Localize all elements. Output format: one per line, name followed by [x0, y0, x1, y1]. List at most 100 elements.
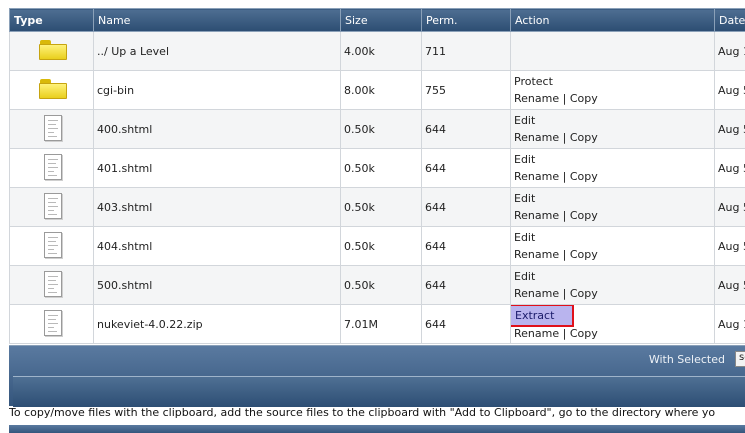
action-cell: Edit Rename | Copy: [510, 226, 715, 266]
file-name[interactable]: cgi-bin: [93, 70, 341, 110]
file-name[interactable]: ../ Up a Level: [93, 31, 341, 71]
file-date: Aug 5: [714, 109, 745, 149]
copy-link[interactable]: Copy: [570, 287, 598, 300]
link-separator: |: [562, 170, 567, 183]
extract-link[interactable]: Extract: [511, 305, 575, 327]
table-row: 404.shtml0.50k644Edit Rename | Copy Aug 5: [9, 226, 745, 266]
file-name[interactable]: 400.shtml: [93, 109, 341, 149]
rename-link[interactable]: Rename: [514, 248, 559, 261]
file-permissions[interactable]: 644: [421, 109, 511, 149]
type-cell: [9, 187, 94, 227]
column-header-perm[interactable]: Perm.: [421, 8, 511, 32]
table-header-row: Type Name Size Perm. Action Date: [9, 8, 745, 32]
column-header-name[interactable]: Name: [93, 8, 341, 32]
table-row: nukeviet-4.0.22.zip 7.01M 644 Extract Rename…: [9, 304, 745, 344]
file-permissions[interactable]: 711: [421, 31, 511, 71]
file-permissions[interactable]: 644: [421, 148, 511, 188]
action-cell: Edit Rename | Copy: [510, 265, 715, 305]
type-cell: [9, 265, 94, 305]
rename-link[interactable]: Rename: [514, 131, 559, 144]
file-permissions[interactable]: 644: [421, 187, 511, 227]
document-icon[interactable]: [44, 231, 62, 258]
file-name[interactable]: 403.shtml: [93, 187, 341, 227]
table-row: 401.shtml0.50k644Edit Rename | Copy Aug 5: [9, 148, 745, 188]
table-row: 400.shtml0.50k644Edit Rename | Copy Aug 5: [9, 109, 745, 149]
action-cell: Edit Rename | Copy: [510, 109, 715, 149]
file-date: Aug 1: [714, 31, 745, 71]
table-row: 403.shtml0.50k644Edit Rename | Copy Aug 5: [9, 187, 745, 227]
edit-link[interactable]: Edit: [514, 114, 535, 127]
file-table: Type Name Size Perm. Action Date ../ Up …: [9, 8, 745, 344]
type-cell: [9, 226, 94, 266]
with-selected-bar: With Selected se: [9, 345, 745, 407]
toolbar-strip: [13, 376, 745, 407]
action-cell: Extract Rename | Copy: [510, 304, 715, 344]
file-name[interactable]: 500.shtml: [93, 265, 341, 305]
file-permissions[interactable]: 755: [421, 70, 511, 110]
file-date: Aug 5: [714, 265, 745, 305]
file-permissions[interactable]: 644: [421, 304, 511, 344]
copy-link[interactable]: Copy: [570, 92, 598, 105]
file-size: 8.00k: [340, 70, 422, 110]
link-separator: |: [562, 92, 567, 105]
document-icon[interactable]: [44, 192, 62, 219]
rename-link[interactable]: Rename: [514, 327, 559, 340]
rename-link[interactable]: Rename: [514, 92, 559, 105]
file-date: Aug 5: [714, 187, 745, 227]
folder-icon[interactable]: [39, 39, 67, 60]
column-header-size[interactable]: Size: [340, 8, 422, 32]
copy-link[interactable]: Copy: [570, 327, 598, 340]
clipboard-hint: To copy/move files with the clipboard, a…: [9, 406, 716, 419]
file-manager: Type Name Size Perm. Action Date ../ Up …: [9, 0, 745, 433]
file-size: 0.50k: [340, 265, 422, 305]
file-date: Aug 1: [714, 304, 745, 344]
rename-link[interactable]: Rename: [514, 170, 559, 183]
edit-link[interactable]: Edit: [514, 270, 535, 283]
folder-icon[interactable]: [39, 78, 67, 99]
table-row: ../ Up a Level4.00k711 Aug 1: [9, 31, 745, 71]
edit-link[interactable]: Edit: [514, 231, 535, 244]
file-size: 7.01M: [340, 304, 422, 344]
type-cell: [9, 109, 94, 149]
with-selected-label: With Selected: [648, 353, 725, 366]
document-icon[interactable]: [44, 114, 62, 141]
file-name[interactable]: 404.shtml: [93, 226, 341, 266]
copy-link[interactable]: Copy: [570, 248, 598, 261]
edit-link[interactable]: Edit: [514, 192, 535, 205]
file-name[interactable]: nukeviet-4.0.22.zip: [93, 304, 341, 344]
file-permissions[interactable]: 644: [421, 265, 511, 305]
copy-link[interactable]: Copy: [570, 131, 598, 144]
link-separator: |: [562, 327, 567, 340]
file-size: 0.50k: [340, 148, 422, 188]
copy-link[interactable]: Copy: [570, 170, 598, 183]
copy-link[interactable]: Copy: [570, 209, 598, 222]
table-row: 500.shtml0.50k644Edit Rename | Copy Aug 5: [9, 265, 745, 305]
document-icon[interactable]: [44, 270, 62, 297]
rename-link[interactable]: Rename: [514, 209, 559, 222]
link-separator: |: [562, 209, 567, 222]
file-name[interactable]: 401.shtml: [93, 148, 341, 188]
file-permissions[interactable]: 644: [421, 226, 511, 266]
file-date: Aug 5: [714, 226, 745, 266]
file-size: 4.00k: [340, 31, 422, 71]
link-separator: |: [562, 287, 567, 300]
document-icon[interactable]: [44, 153, 62, 180]
column-header-date[interactable]: Date: [714, 8, 745, 32]
file-size: 0.50k: [340, 187, 422, 227]
rename-link[interactable]: Rename: [514, 287, 559, 300]
type-cell: [9, 70, 94, 110]
with-selected-dropdown[interactable]: se: [735, 351, 745, 367]
type-cell: [9, 148, 94, 188]
bottom-panel-header: [9, 425, 745, 433]
edit-link[interactable]: Edit: [514, 153, 535, 166]
column-header-action: Action: [510, 8, 715, 32]
file-date: Aug 5: [714, 148, 745, 188]
column-header-type[interactable]: Type: [9, 8, 94, 32]
link-separator: |: [562, 248, 567, 261]
file-date: Aug 5: [714, 70, 745, 110]
type-cell: [9, 304, 94, 344]
protect-link[interactable]: Protect: [514, 75, 553, 88]
action-cell: Protect Rename | Copy: [510, 70, 715, 110]
action-cell: [510, 31, 715, 71]
document-icon[interactable]: [44, 309, 62, 336]
